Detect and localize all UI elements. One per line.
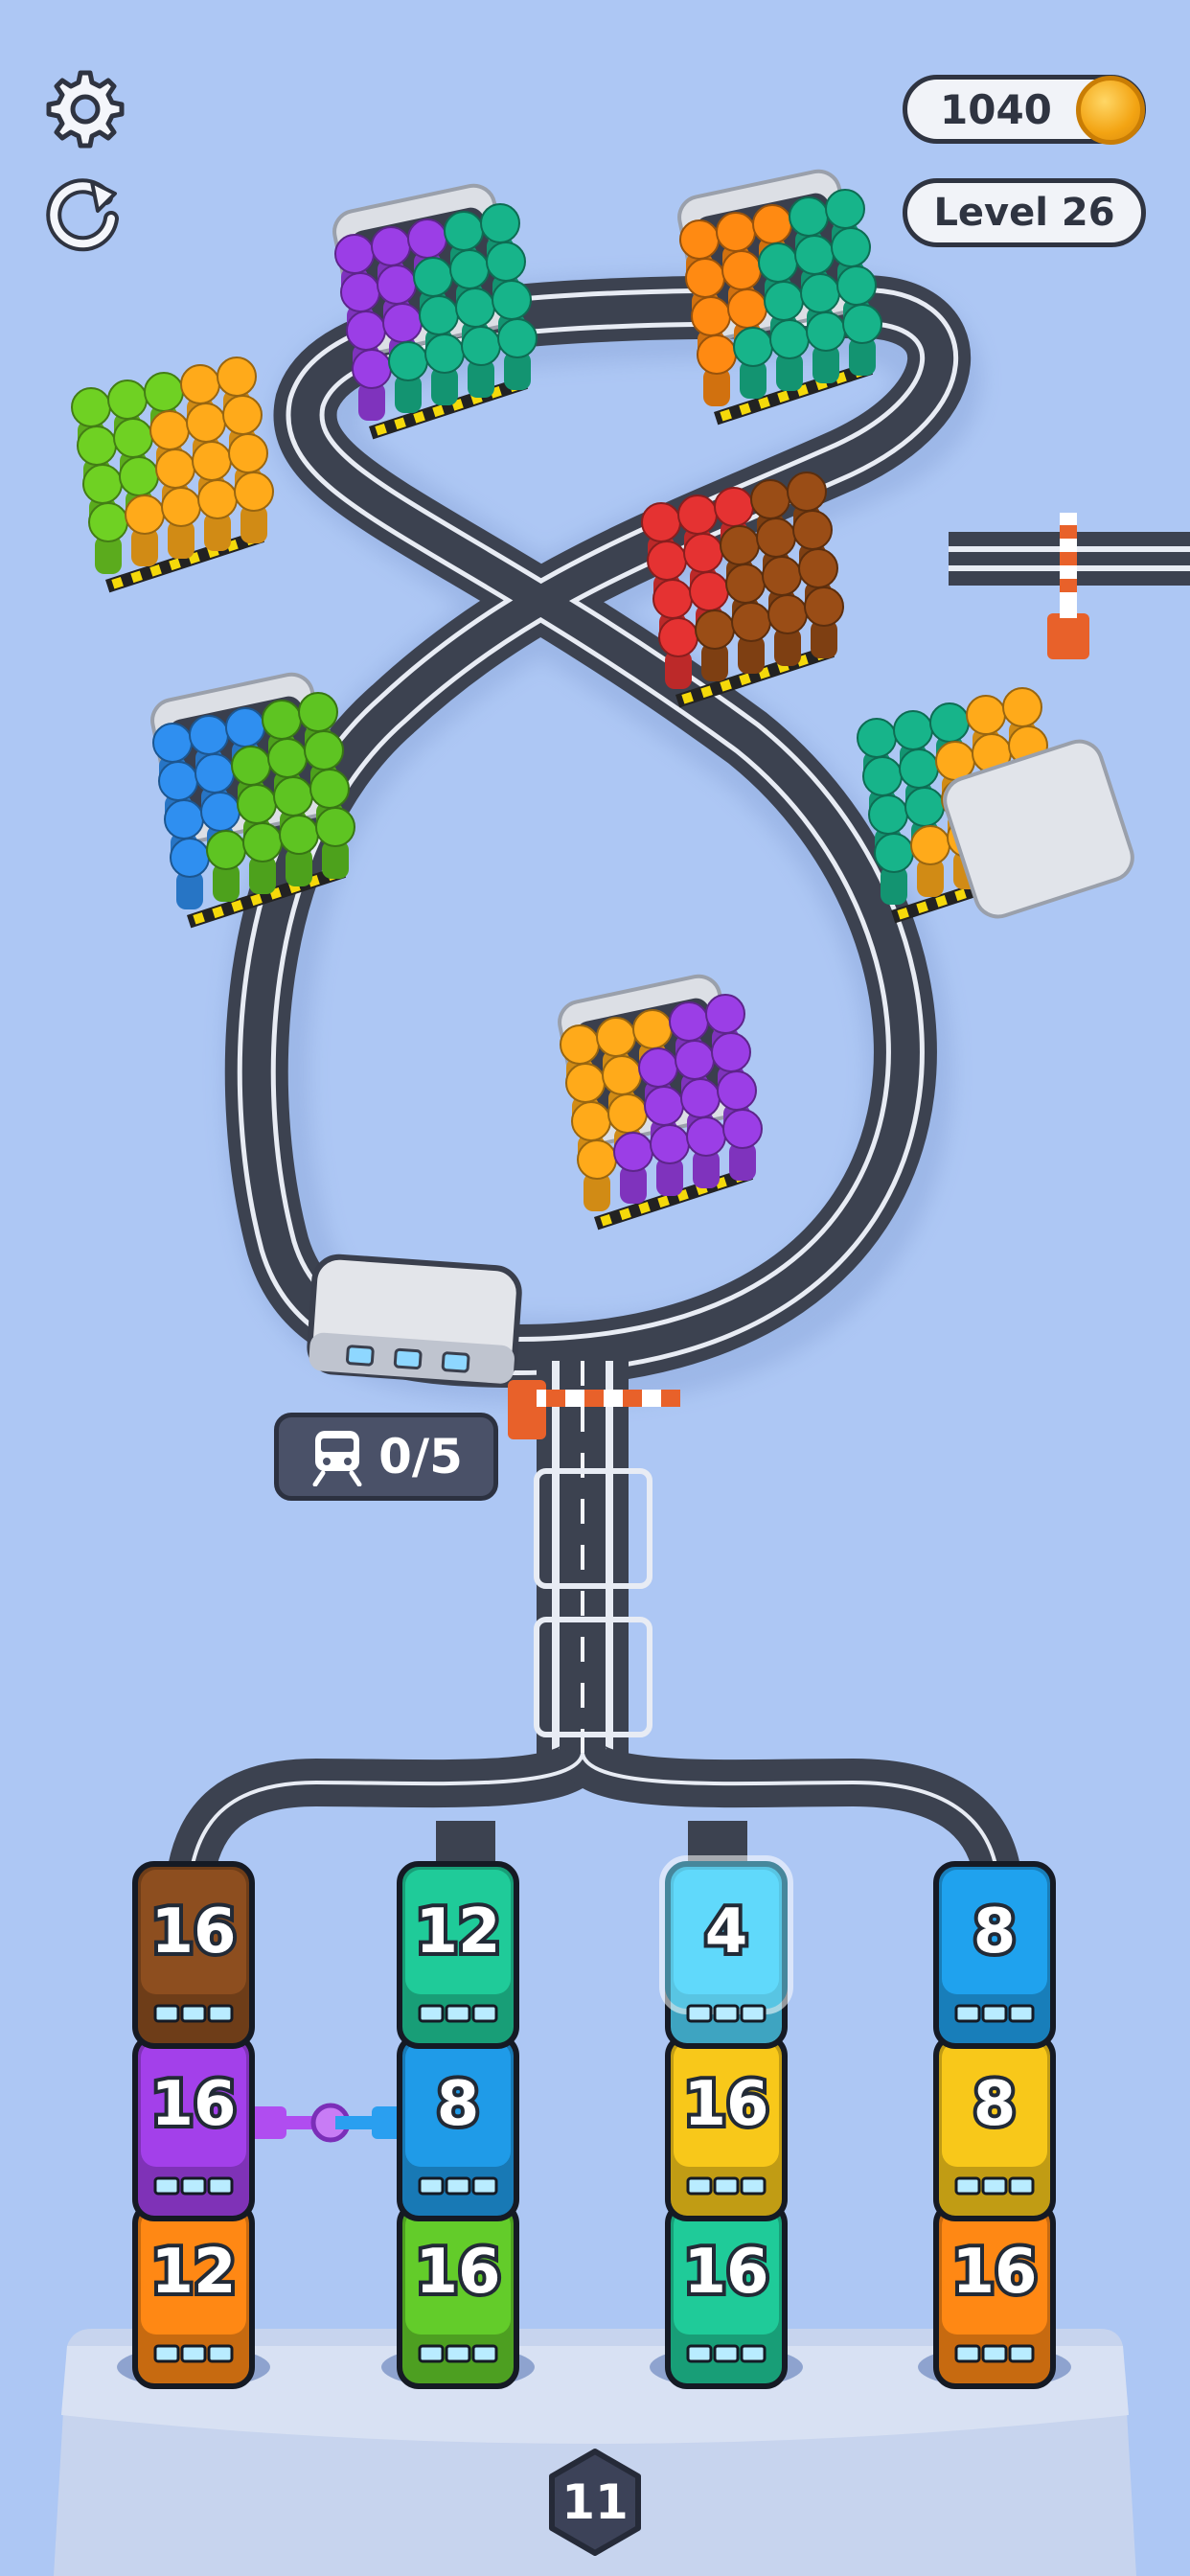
passenger: [722, 1109, 763, 1181]
passenger: [695, 610, 735, 681]
wagon[interactable]: 12: [132, 2201, 255, 2389]
wagon[interactable]: 16: [397, 2201, 519, 2389]
train-engine[interactable]: [307, 1254, 522, 1386]
wagon-column: 1688: [933, 1861, 1056, 2389]
wagon-number: 8: [973, 1897, 1017, 1967]
wagon-number: 16: [951, 2237, 1037, 2308]
remaining-wagons-badge: 11: [546, 2448, 644, 2557]
remaining-wagons-count: 11: [561, 2474, 629, 2530]
passenger: [577, 1139, 617, 1211]
restart-button[interactable]: [36, 167, 128, 259]
passenger: [88, 502, 128, 574]
wagon-number: 16: [415, 2237, 500, 2308]
wagon[interactable]: 8: [397, 2034, 519, 2221]
passenger: [731, 602, 771, 674]
wagon-column: 16 16 4: [659, 1855, 793, 2389]
station: [71, 356, 274, 593]
train-counter-text: 0/5: [378, 1429, 463, 1484]
wagon-number: 16: [150, 2069, 236, 2140]
wagon-number: 16: [683, 2237, 768, 2308]
wagon-number: 8: [973, 2069, 1017, 2140]
wagon-coupler: [244, 2103, 414, 2143]
wagon[interactable]: 12: [397, 1861, 519, 2049]
restart-icon: [46, 178, 119, 252]
level-indicator: Level 26: [903, 178, 1146, 247]
passenger: [613, 1132, 653, 1204]
wagon[interactable]: 16: [665, 2034, 788, 2221]
wagon-column: 16 8 12: [397, 1861, 519, 2389]
wagon-number: 16: [683, 2069, 768, 2140]
game-scene: 12161616812161641688: [54, 169, 1190, 2576]
coin-count: 1040: [940, 85, 1052, 133]
wagon[interactable]: 8: [933, 2034, 1056, 2221]
wagon[interactable]: 8: [933, 1861, 1056, 2049]
wagon-number: 12: [415, 1897, 500, 1967]
settings-button[interactable]: [36, 63, 128, 155]
wagon[interactable]: 16: [132, 1861, 255, 2049]
train-counter: 0/5: [274, 1413, 498, 1501]
wagon-number: 8: [437, 2069, 480, 2140]
passenger: [206, 830, 246, 902]
passenger: [125, 494, 165, 566]
station: [641, 472, 844, 708]
train-icon: [312, 1431, 362, 1486]
passenger: [686, 1116, 726, 1188]
station: [857, 687, 1134, 924]
wagon[interactable]: 16: [665, 2201, 788, 2389]
wagon-number: 16: [150, 1897, 236, 1967]
passenger: [197, 479, 238, 551]
passenger: [733, 327, 773, 399]
passenger: [910, 825, 950, 897]
passenger: [804, 586, 844, 658]
gear-icon: [46, 70, 125, 149]
wagon-number: 12: [150, 2237, 236, 2308]
coin-icon: [1076, 76, 1145, 145]
station: [677, 169, 882, 426]
coin-counter: 1040: [903, 75, 1146, 145]
station: [332, 183, 538, 440]
wagon-column: 12 16 16: [132, 1861, 255, 2389]
level-label: Level 26: [933, 191, 1115, 235]
passenger: [650, 1124, 690, 1196]
passenger: [161, 487, 201, 559]
passenger: [767, 594, 808, 666]
wagon[interactable]: 4: [659, 1855, 793, 2049]
station: [558, 974, 763, 1230]
wagon-number: 4: [705, 1897, 748, 1967]
passenger: [697, 334, 737, 406]
passenger: [234, 472, 274, 543]
passenger: [170, 838, 210, 909]
wagon[interactable]: 16: [933, 2201, 1056, 2389]
wagon[interactable]: 16: [132, 2034, 255, 2221]
